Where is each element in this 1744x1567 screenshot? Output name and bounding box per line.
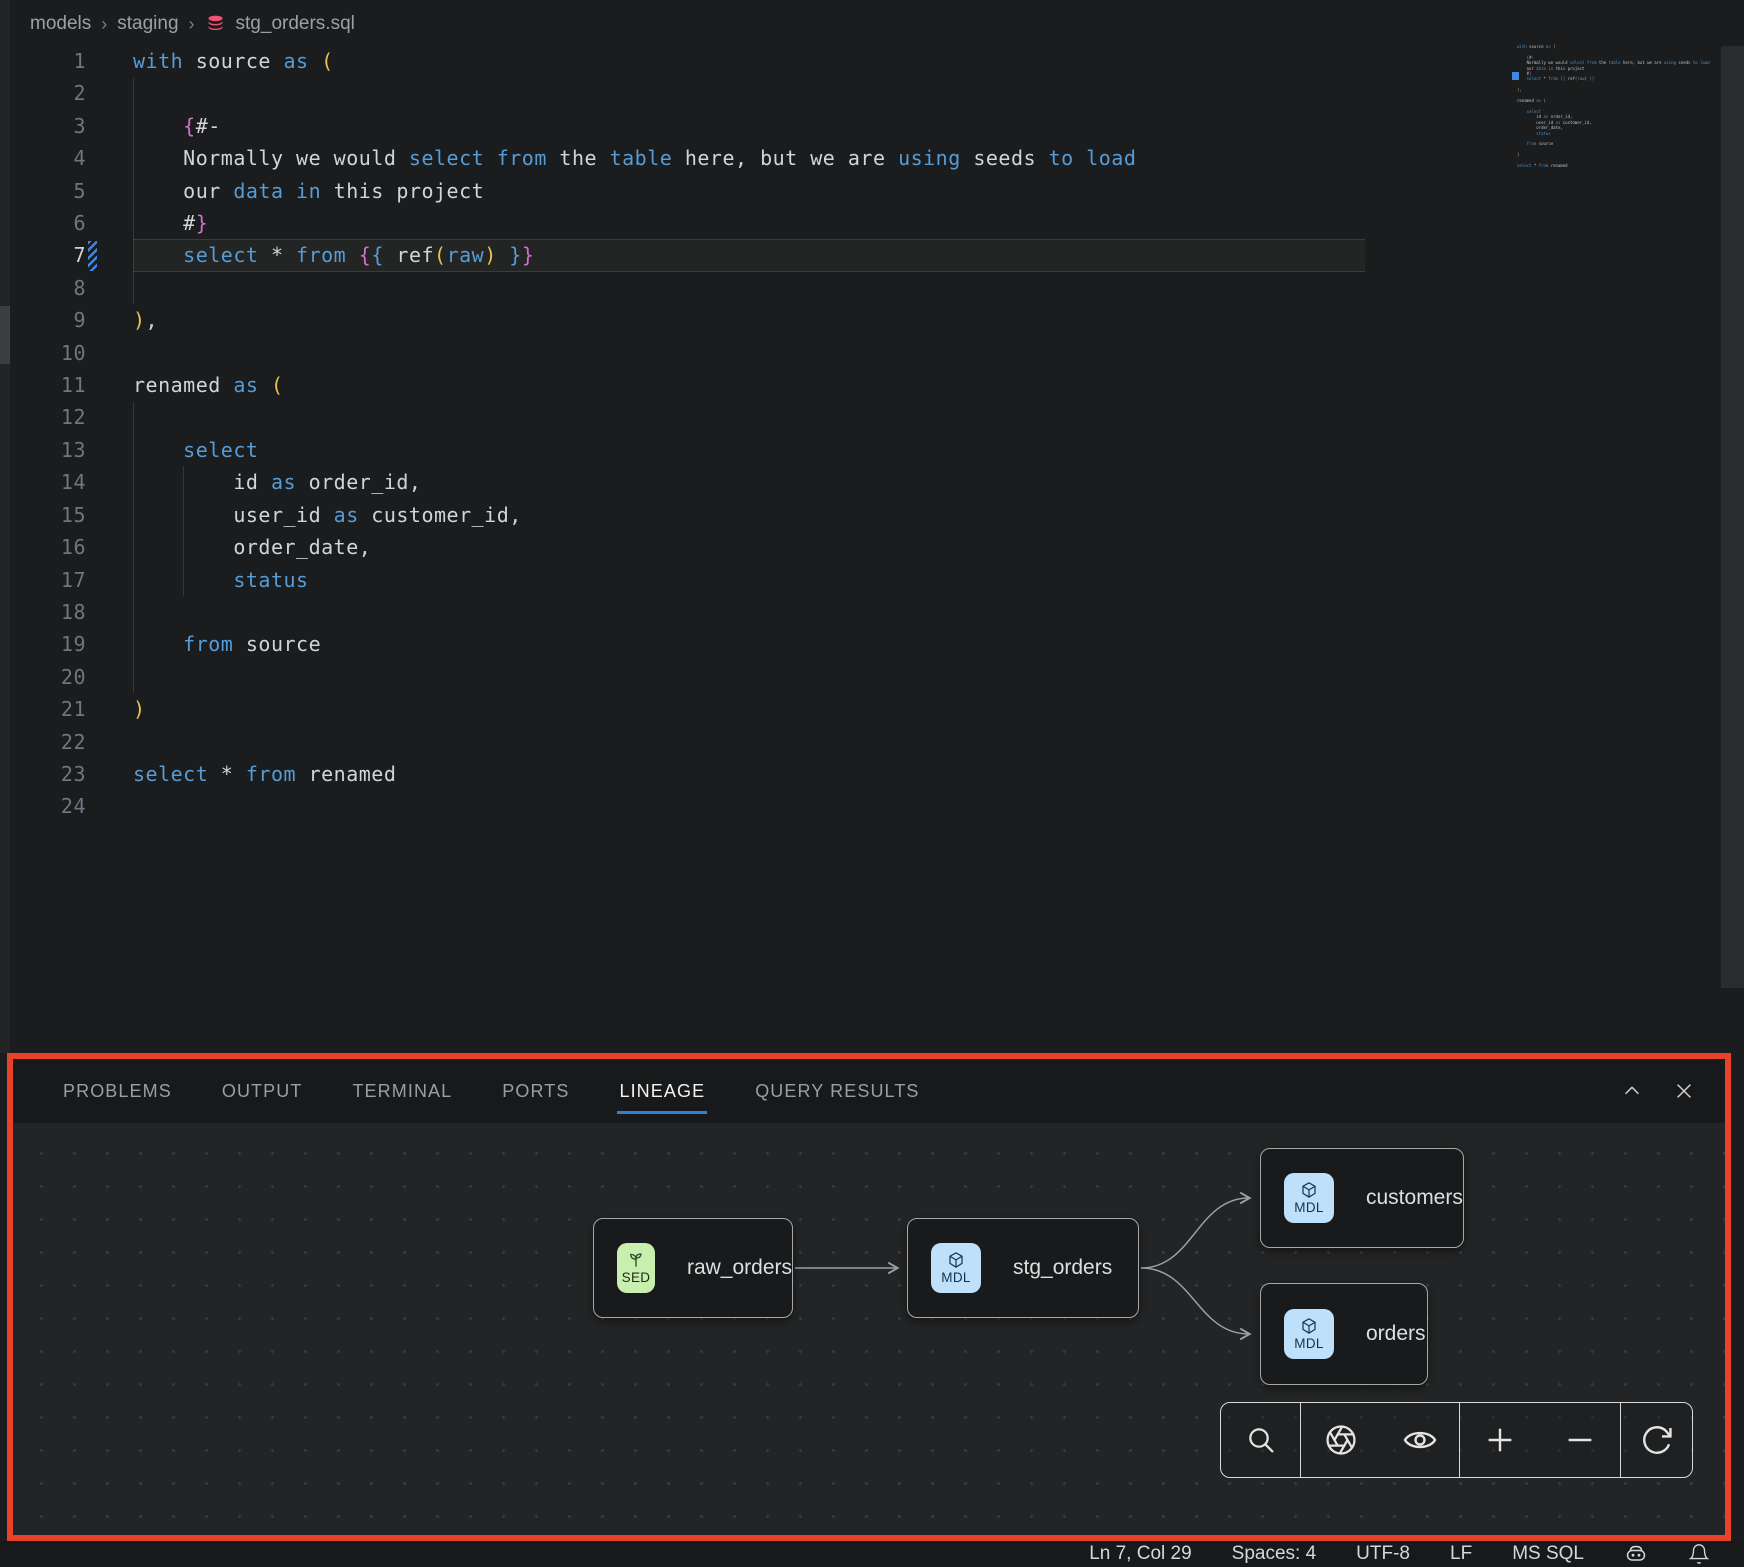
badge-label: MDL — [941, 1270, 970, 1285]
line-number: 19 — [61, 632, 86, 656]
seedling-icon — [627, 1251, 645, 1269]
breadcrumb-item-staging[interactable]: staging — [117, 13, 178, 35]
tab-query-results[interactable]: QUERY RESULTS — [755, 1081, 919, 1102]
seed-badge: SED — [617, 1243, 655, 1293]
breadcrumb-file[interactable]: stg_orders.sql — [236, 13, 355, 35]
line-number: 21 — [61, 697, 86, 721]
line-number: 8 — [73, 276, 86, 300]
editor-gutter: 1 2 3 4 5 6 7 8 9 10 11 12 13 14 15 16 1… — [10, 45, 86, 823]
edge-stg-orders-to-customers — [1141, 1198, 1249, 1268]
lineage-node-stg-orders[interactable]: MDL stg_orders — [907, 1218, 1139, 1318]
model-badge: MDL — [931, 1243, 981, 1293]
lineage-node-orders[interactable]: MDL orders — [1260, 1283, 1428, 1385]
code-editor[interactable]: with source as ( {#- Normally we would s… — [133, 45, 1136, 823]
badge-label: MDL — [1294, 1336, 1323, 1351]
aperture-icon — [1324, 1423, 1358, 1457]
lineage-node-raw-orders[interactable]: SED raw_orders — [593, 1218, 793, 1318]
sidebar-drag-handle[interactable] — [0, 306, 10, 364]
line-number: 22 — [61, 730, 86, 754]
bottom-panel-annotated: PROBLEMS OUTPUT TERMINAL PORTS LINEAGE QUERY … — [7, 1053, 1731, 1541]
editor-scrollbar[interactable] — [1721, 46, 1744, 988]
tab-output[interactable]: OUTPUT — [222, 1081, 303, 1102]
status-item-ms-sql[interactable]: MS SQL — [1512, 1541, 1584, 1567]
line-number: 10 — [61, 341, 86, 365]
database-icon — [205, 14, 226, 35]
zoom-in-icon — [1483, 1423, 1517, 1457]
minimap[interactable]: with source as ( {#- Normally we would s… — [1517, 44, 1713, 174]
chevron-right-icon: › — [189, 14, 195, 35]
lineage-toolbar — [1220, 1402, 1693, 1478]
badge-label: MDL — [1294, 1200, 1323, 1215]
node-label: orders — [1366, 1322, 1426, 1346]
status-item-lf[interactable]: LF — [1450, 1541, 1472, 1567]
panel-tabbar: PROBLEMS OUTPUT TERMINAL PORTS LINEAGE QUERY … — [13, 1059, 1725, 1123]
line-number: 17 — [61, 568, 86, 592]
node-label: customers — [1366, 1186, 1463, 1210]
status-item-utf-8[interactable]: UTF-8 — [1356, 1541, 1410, 1567]
zoom-in-button[interactable] — [1478, 1418, 1522, 1462]
zoom-out-icon — [1563, 1423, 1597, 1457]
model-badge: MDL — [1284, 1173, 1334, 1223]
refresh-icon — [1640, 1423, 1674, 1457]
line-number: 18 — [61, 600, 86, 624]
tab-ports[interactable]: PORTS — [502, 1081, 569, 1102]
bell-icon[interactable] — [1688, 1543, 1710, 1565]
lineage-canvas[interactable]: SED raw_orders MDL stg_orders — [13, 1123, 1725, 1535]
line-number: 13 — [61, 438, 86, 462]
line-number: 11 — [61, 373, 86, 397]
line-number: 15 — [61, 503, 86, 527]
line-number: 1 — [73, 49, 86, 73]
search-button[interactable] — [1239, 1418, 1283, 1462]
breadcrumb: models › staging › stg_orders.sql — [30, 9, 355, 39]
breadcrumb-item-models[interactable]: models — [30, 13, 91, 35]
cube-icon — [1300, 1181, 1318, 1199]
status-item-ln-7-col-29[interactable]: Ln 7, Col 29 — [1089, 1541, 1191, 1567]
eye-icon — [1402, 1422, 1438, 1458]
status-items: Ln 7, Col 29 Spaces: 4 UTF-8 LF MS SQL — [1089, 1541, 1584, 1567]
line-number: 4 — [73, 146, 86, 170]
minimap-modified-marker — [1512, 72, 1519, 80]
refresh-button[interactable] — [1635, 1418, 1679, 1462]
vscode-window: models › staging › stg_orders.sql 1 2 3 … — [0, 0, 1744, 1567]
line-number: 6 — [73, 211, 86, 235]
lineage-node-customers[interactable]: MDL customers — [1260, 1148, 1464, 1248]
cube-icon — [1300, 1317, 1318, 1335]
chevron-up-icon[interactable] — [1621, 1080, 1643, 1102]
cube-icon — [947, 1251, 965, 1269]
modified-line-marker — [88, 241, 97, 271]
node-label: stg_orders — [1013, 1256, 1112, 1280]
status-bar: Ln 7, Col 29 Spaces: 4 UTF-8 LF MS SQL — [0, 1541, 1744, 1567]
line-number: 2 — [73, 81, 86, 105]
line-number: 23 — [61, 762, 86, 786]
edge-stg-orders-to-orders — [1141, 1268, 1249, 1334]
line-number: 20 — [61, 665, 86, 689]
line-number: 24 — [61, 794, 86, 818]
line-number: 14 — [61, 470, 86, 494]
line-number: 5 — [73, 179, 86, 203]
eye-button[interactable] — [1398, 1418, 1442, 1462]
line-number: 3 — [73, 114, 86, 138]
search-icon — [1245, 1424, 1277, 1456]
copilot-icon[interactable] — [1624, 1542, 1648, 1566]
model-badge: MDL — [1284, 1309, 1334, 1359]
zoom-out-button[interactable] — [1558, 1418, 1602, 1462]
close-icon[interactable] — [1673, 1080, 1695, 1102]
badge-label: SED — [622, 1270, 651, 1285]
chevron-right-icon: › — [101, 14, 107, 35]
tab-lineage[interactable]: LINEAGE — [619, 1081, 705, 1102]
line-number: 9 — [73, 308, 86, 332]
line-number: 7 — [73, 243, 86, 267]
tab-terminal[interactable]: TERMINAL — [352, 1081, 452, 1102]
tab-problems[interactable]: PROBLEMS — [63, 1081, 172, 1102]
node-label: raw_orders — [687, 1256, 792, 1280]
aperture-button[interactable] — [1319, 1418, 1363, 1462]
status-item-spaces-4[interactable]: Spaces: 4 — [1232, 1541, 1317, 1567]
line-number: 16 — [61, 535, 86, 559]
sidebar-edge — [0, 0, 10, 1053]
panel-tabs: PROBLEMS OUTPUT TERMINAL PORTS LINEAGE QUERY … — [63, 1081, 920, 1102]
line-number: 12 — [61, 405, 86, 429]
